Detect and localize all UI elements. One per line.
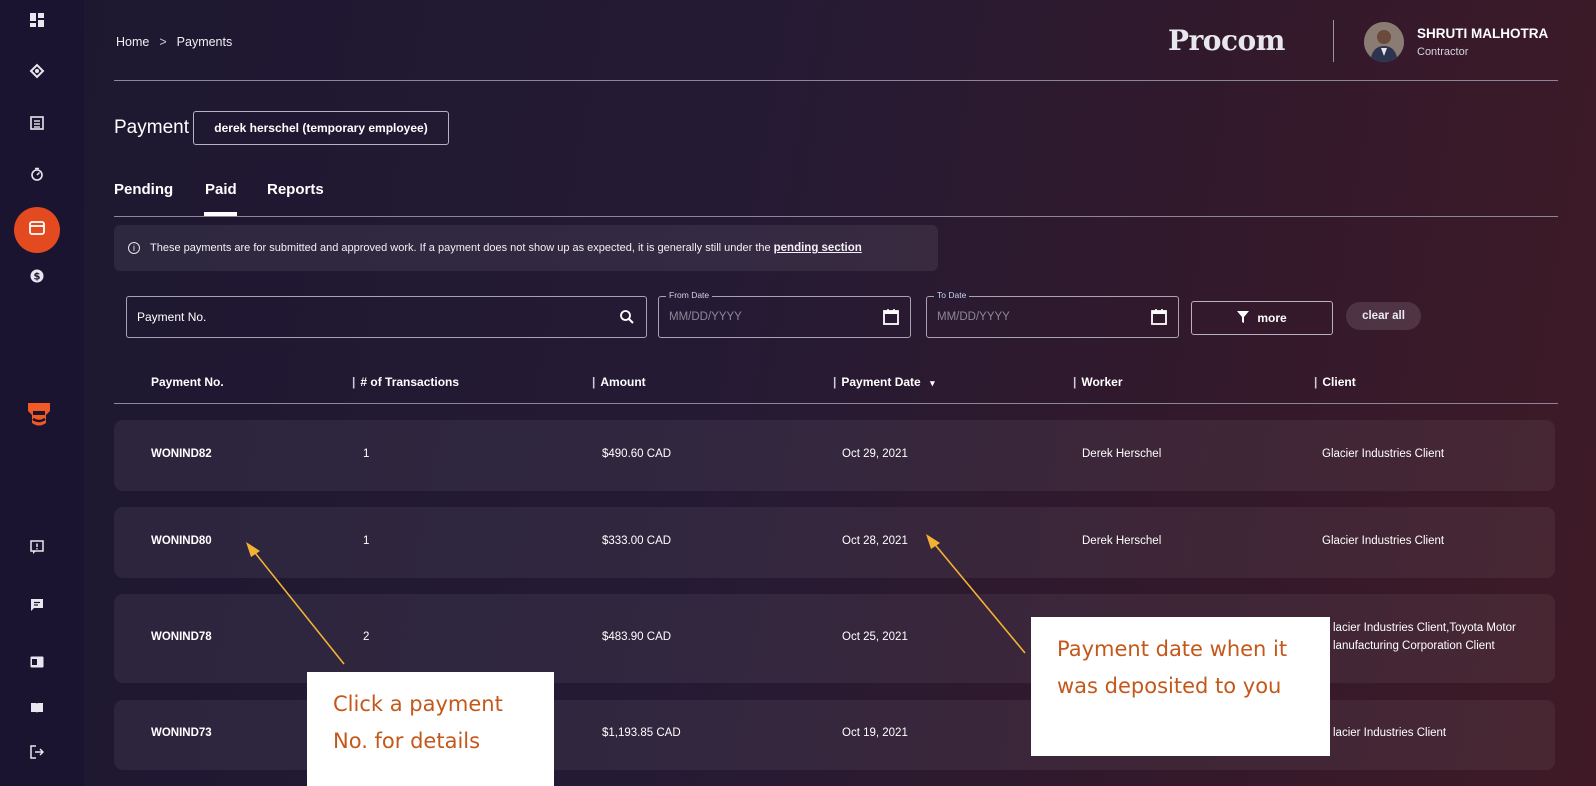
callout-payment-date: Payment date when it was deposited to yo… [1031, 617, 1330, 756]
to-date-input[interactable]: MM/DD/YYYY [937, 311, 1010, 323]
column-label: Amount [600, 375, 646, 389]
svg-text:$: $ [34, 272, 41, 283]
payment-no-link[interactable]: WONIND78 [151, 631, 212, 643]
column-label: # of Transactions [360, 375, 460, 389]
tab-paid[interactable]: Paid [205, 181, 237, 198]
payment-date-cell: Oct 28, 2021 [842, 535, 908, 547]
header-divider [114, 80, 1558, 81]
column-header-client[interactable]: | Client [1314, 375, 1356, 389]
table-row[interactable]: WONIND80 1 $333.00 CAD Oct 28, 2021 Dere… [114, 507, 1555, 578]
info-icon: i [128, 242, 140, 254]
table-row[interactable]: WONIND82 1 $490.60 CAD Oct 29, 2021 Dere… [114, 420, 1555, 491]
payment-date-cell: Oct 19, 2021 [842, 727, 908, 739]
app-logo-icon [22, 397, 56, 431]
from-date-input[interactable]: MM/DD/YYYY [669, 311, 742, 323]
more-filters-button[interactable]: more [1191, 301, 1333, 335]
calendar-icon[interactable] [1150, 308, 1168, 326]
filter-icon [1237, 310, 1250, 326]
to-date-legend: To Date [934, 290, 970, 300]
breadcrumb: Home > Payments [116, 35, 232, 49]
search-icon[interactable] [618, 308, 636, 326]
table-row[interactable]: WONIND78 2 $483.90 CAD Oct 25, 2021 laci… [114, 594, 1555, 683]
column-label: Worker [1081, 375, 1123, 389]
tab-pending[interactable]: Pending [114, 181, 173, 198]
info-banner: i These payments are for submitted and a… [114, 225, 938, 271]
column-label: Payment No. [151, 375, 224, 389]
callout-payment-no: Click a payment No. for details [307, 672, 554, 786]
transactions-cell: 1 [363, 535, 370, 547]
table-header-divider [114, 403, 1558, 404]
payment-no-link[interactable]: WONIND73 [151, 727, 212, 739]
client-cell: lacier Industries Client,Toyota Motor la… [1333, 622, 1516, 652]
dollar-icon[interactable]: $ [27, 266, 47, 286]
client-cell: lacier Industries Client [1333, 727, 1447, 739]
column-label: Payment Date [841, 375, 921, 389]
payments-nav-button[interactable] [14, 207, 60, 253]
sidebar: $ [0, 0, 84, 786]
client-cell: Glacier Industries Client [1322, 448, 1445, 460]
from-date-legend: From Date [666, 290, 713, 300]
column-header-amount[interactable]: | Amount [592, 375, 646, 389]
worker-selector[interactable]: derek herschel (temporary employee) [193, 111, 449, 145]
breadcrumb-separator: > [159, 35, 167, 49]
amount-cell: $483.90 CAD [602, 631, 672, 643]
column-header-payment-date[interactable]: | Payment Date ▾ [833, 375, 935, 389]
column-header-worker[interactable]: | Worker [1073, 375, 1123, 389]
sort-down-icon: ▾ [930, 378, 935, 388]
chat-icon[interactable] [27, 595, 47, 615]
more-filters-label: more [1257, 311, 1287, 325]
brand-divider [1333, 20, 1334, 62]
breadcrumb-current: Payments [176, 35, 233, 49]
dashboard-icon[interactable] [27, 10, 47, 30]
from-date-field[interactable]: From Date MM/DD/YYYY [658, 290, 911, 338]
worker-cell: Derek Herschel [1082, 448, 1162, 460]
user-name[interactable]: SHRUTI MALHOTRA [1417, 26, 1548, 41]
payment-no-link[interactable]: WONIND82 [151, 448, 212, 460]
column-label: Client [1322, 375, 1356, 389]
clear-all-button[interactable]: clear all [1346, 302, 1421, 330]
worker-cell: Derek Herschel [1082, 535, 1162, 547]
to-date-field[interactable]: To Date MM/DD/YYYY [926, 290, 1179, 338]
info-text: These payments are for submitted and app… [150, 242, 771, 254]
user-role: Contractor [1417, 46, 1469, 58]
payment-label: Payment [114, 117, 189, 138]
avatar[interactable] [1364, 22, 1404, 62]
transactions-cell: 1 [363, 448, 370, 460]
transactions-cell: 2 [363, 631, 370, 643]
feedback-icon[interactable] [27, 537, 47, 557]
amount-cell: $490.60 CAD [602, 448, 672, 460]
column-header-transactions[interactable]: | # of Transactions [352, 375, 459, 389]
pending-section-link[interactable]: pending section [774, 242, 862, 254]
payment-no-link[interactable]: WONIND80 [151, 535, 212, 547]
amount-cell: $333.00 CAD [602, 535, 672, 547]
client-cell: Glacier Industries Client [1322, 535, 1445, 547]
tab-reports[interactable]: Reports [267, 181, 324, 198]
payment-no-search-input[interactable]: Payment No. [137, 310, 206, 324]
brand-logo: Procom [1168, 24, 1285, 57]
book-icon[interactable] [27, 698, 47, 718]
id-card-icon[interactable] [27, 652, 47, 672]
card-icon [29, 220, 45, 240]
tabs-divider [114, 216, 1558, 217]
amount-cell: $1,193.85 CAD [602, 727, 681, 739]
column-header-payment-no[interactable]: Payment No. [151, 375, 224, 389]
breadcrumb-home[interactable]: Home [116, 35, 149, 49]
timesheet-icon[interactable] [27, 113, 47, 133]
payment-no-search-field[interactable]: Payment No. [126, 296, 647, 338]
timer-icon[interactable] [27, 164, 47, 184]
logout-icon[interactable] [27, 742, 47, 762]
calendar-icon[interactable] [882, 308, 900, 326]
tag-icon[interactable] [27, 61, 47, 81]
payment-date-cell: Oct 25, 2021 [842, 631, 908, 643]
payment-date-cell: Oct 29, 2021 [842, 448, 908, 460]
